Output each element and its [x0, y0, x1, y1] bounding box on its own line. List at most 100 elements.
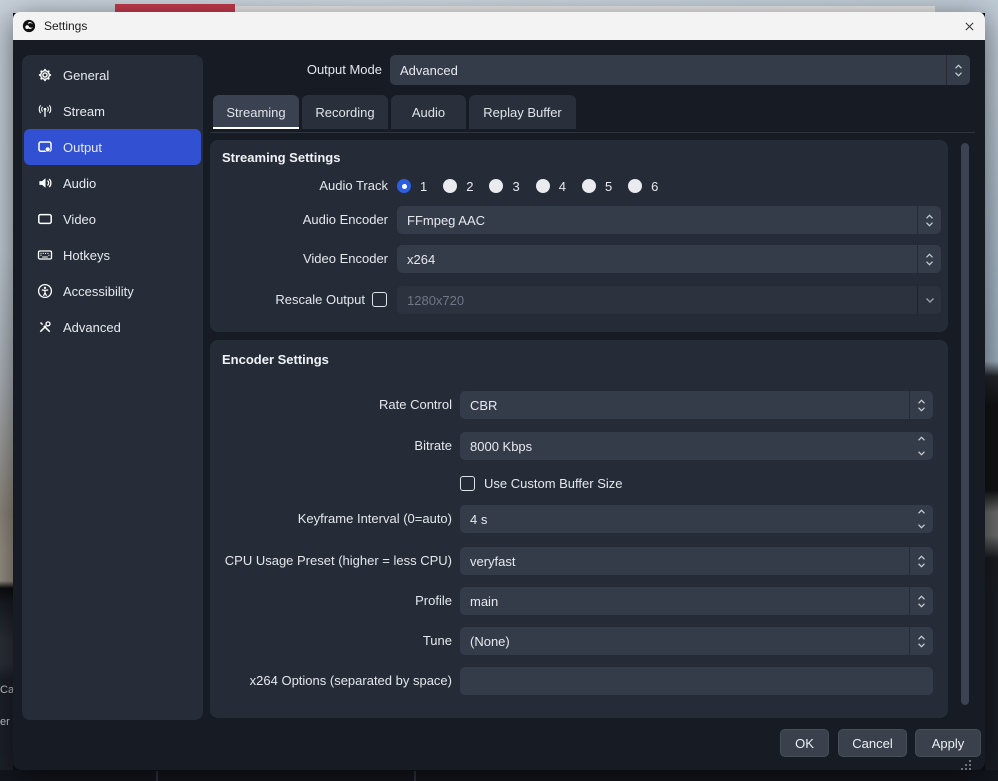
- custom-buffer-label: Use Custom Buffer Size: [484, 470, 622, 498]
- audio-track-label: Audio Track: [210, 172, 388, 200]
- radio-label: 4: [559, 179, 566, 194]
- backdrop-divider: [414, 771, 416, 781]
- settings-dialog: Settings General: [13, 12, 985, 770]
- chevron-up-down-icon: [917, 206, 941, 234]
- rescale-output-checkbox[interactable]: [372, 292, 387, 307]
- close-icon: [964, 21, 975, 32]
- profile-select[interactable]: main: [460, 587, 933, 615]
- backdrop-divider: [156, 771, 158, 781]
- sidebar-item-stream[interactable]: Stream: [24, 93, 201, 129]
- tab-label: Streaming: [226, 105, 285, 120]
- sidebar-item-label: Advanced: [63, 320, 121, 335]
- streaming-settings-group: Streaming Settings Audio Track 1 2 3 4 5…: [210, 140, 948, 332]
- chevron-up-down-icon: [909, 391, 933, 419]
- screen: Ca er Settings: [0, 0, 998, 781]
- chevron-up-down-icon: [909, 547, 933, 575]
- sidebar-item-video[interactable]: Video: [24, 201, 201, 237]
- chevron-down-icon: [917, 286, 941, 314]
- rescale-output-label: Rescale Output: [210, 286, 365, 314]
- tools-icon: [37, 319, 53, 335]
- chevron-up-down-icon: [946, 55, 970, 85]
- video-encoder-select[interactable]: x264: [397, 245, 941, 273]
- encoder-settings-group: Encoder Settings Rate Control CBR Bitrat…: [210, 340, 948, 718]
- rate-control-label: Rate Control: [210, 391, 452, 419]
- spinner-arrows-icon: [910, 505, 933, 533]
- radio-track-6[interactable]: [628, 179, 642, 193]
- keyframe-interval-spinbox[interactable]: 4 s: [460, 505, 933, 533]
- ok-button[interactable]: OK: [780, 729, 829, 757]
- sidebar-item-accessibility[interactable]: Accessibility: [24, 273, 201, 309]
- radio-label: 2: [466, 179, 473, 194]
- bitrate-spinbox[interactable]: 8000 Kbps: [460, 432, 933, 460]
- custom-buffer-checkbox[interactable]: [460, 476, 475, 491]
- cpu-usage-preset-value: veryfast: [460, 547, 909, 575]
- tune-label: Tune: [210, 627, 452, 655]
- sidebar-item-output[interactable]: Output: [24, 129, 201, 165]
- video-encoder-label: Video Encoder: [210, 245, 388, 273]
- chevron-up-down-icon: [917, 245, 941, 273]
- output-mode-label: Output Mode: [163, 55, 382, 85]
- rescale-resolution-select[interactable]: 1280x720: [397, 286, 941, 314]
- keyframe-interval-value: 4 s: [460, 505, 910, 533]
- cpu-usage-preset-select[interactable]: veryfast: [460, 547, 933, 575]
- apply-button[interactable]: Apply: [915, 729, 981, 757]
- audio-encoder-select[interactable]: FFmpeg AAC: [397, 206, 941, 234]
- radio-track-3[interactable]: [489, 179, 503, 193]
- sidebar-item-hotkeys[interactable]: Hotkeys: [24, 237, 201, 273]
- cpu-usage-preset-label: CPU Usage Preset (higher = less CPU): [210, 547, 452, 575]
- radio-track-5[interactable]: [582, 179, 596, 193]
- tabs-divider: [210, 132, 975, 133]
- title-bar[interactable]: Settings: [13, 12, 985, 40]
- bitrate-label: Bitrate: [210, 432, 452, 460]
- bitrate-value: 8000 Kbps: [460, 432, 910, 460]
- output-mode-select[interactable]: Advanced: [390, 55, 970, 85]
- tab-recording[interactable]: Recording: [302, 95, 388, 129]
- scrollbar-thumb[interactable]: [961, 143, 969, 705]
- tune-value: (None): [460, 627, 909, 655]
- sidebar-item-label: Accessibility: [63, 284, 134, 299]
- sidebar-item-label: Output: [63, 140, 102, 155]
- sidebar-item-audio[interactable]: Audio: [24, 165, 201, 201]
- backdrop-left-edge: [0, 13, 13, 770]
- rescale-resolution-value: 1280x720: [397, 286, 917, 314]
- tab-label: Replay Buffer: [483, 105, 562, 120]
- tab-replay-buffer[interactable]: Replay Buffer: [469, 95, 576, 129]
- sidebar-item-label: Hotkeys: [63, 248, 110, 263]
- tune-select[interactable]: (None): [460, 627, 933, 655]
- tab-label: Audio: [412, 105, 445, 120]
- profile-label: Profile: [210, 587, 452, 615]
- x264-options-label: x264 Options (separated by space): [210, 667, 452, 695]
- radio-label: 6: [651, 179, 658, 194]
- sidebar-item-label: Audio: [63, 176, 96, 191]
- backdrop-bottom-edge: [0, 770, 998, 781]
- chevron-up-down-icon: [909, 587, 933, 615]
- radio-track-1[interactable]: [397, 179, 411, 193]
- speaker-icon: [37, 175, 53, 191]
- x264-options-input[interactable]: [460, 667, 933, 695]
- output-icon: [37, 139, 53, 155]
- obs-logo-icon: [22, 19, 36, 33]
- tab-streaming[interactable]: Streaming: [213, 95, 299, 129]
- section-title: Streaming Settings: [222, 150, 340, 165]
- gear-icon: [37, 67, 53, 83]
- settings-sidebar: General Stream Output: [22, 55, 203, 720]
- chevron-up-down-icon: [909, 627, 933, 655]
- sidebar-item-advanced[interactable]: Advanced: [24, 309, 201, 345]
- radio-track-2[interactable]: [443, 179, 457, 193]
- spinner-arrows-icon: [910, 432, 933, 460]
- rate-control-select[interactable]: CBR: [460, 391, 933, 419]
- audio-encoder-label: Audio Encoder: [210, 206, 388, 234]
- audio-track-radio-group: 1 2 3 4 5 6: [397, 172, 665, 200]
- monitor-icon: [37, 211, 53, 227]
- tab-audio[interactable]: Audio: [391, 95, 466, 129]
- video-encoder-value: x264: [397, 245, 917, 273]
- resize-grip[interactable]: [957, 756, 973, 772]
- radio-track-4[interactable]: [536, 179, 550, 193]
- radio-label: 1: [420, 179, 427, 194]
- rate-control-value: CBR: [460, 391, 909, 419]
- section-title: Encoder Settings: [222, 352, 329, 367]
- cancel-button[interactable]: Cancel: [838, 729, 907, 757]
- close-button[interactable]: [958, 16, 980, 36]
- radio-label: 3: [512, 179, 519, 194]
- tab-label: Recording: [315, 105, 374, 120]
